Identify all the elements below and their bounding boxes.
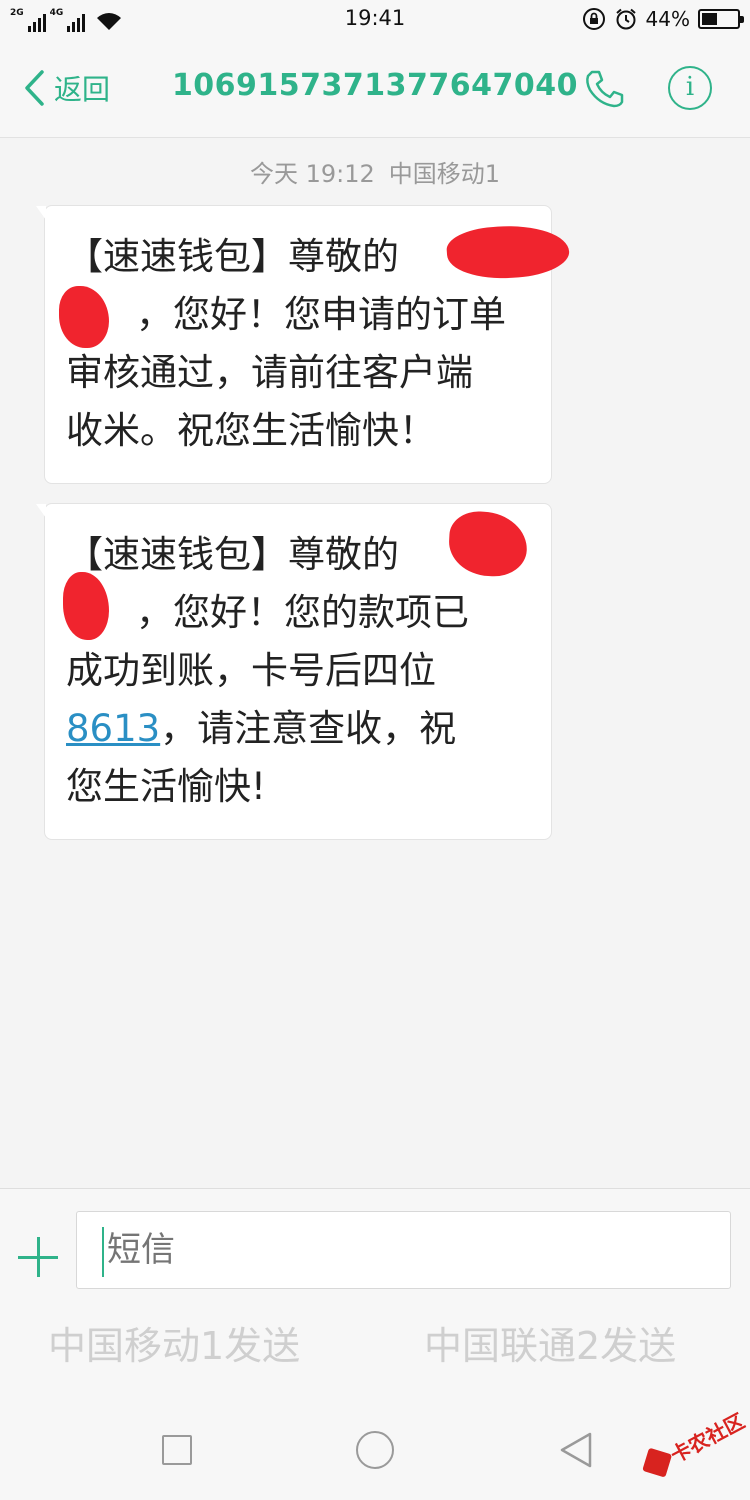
conversation-timestamp: 今天 19:12 中国移动1 — [0, 154, 750, 189]
recents-button[interactable] — [162, 1435, 192, 1465]
card-number-link[interactable]: 8613 — [66, 707, 160, 750]
alarm-icon — [615, 8, 636, 30]
message-line: ，您好！您申请的订单 — [136, 293, 506, 336]
orientation-lock-icon — [582, 8, 605, 30]
send-sim1-button[interactable]: 中国移动1发送 — [48, 1315, 300, 1370]
sms-input[interactable] — [76, 1211, 731, 1289]
info-icon[interactable]: i — [668, 66, 712, 110]
send-sim2-button[interactable]: 中国联通2发送 — [424, 1315, 676, 1370]
message-line: 收米。祝您生活愉快！ — [66, 409, 436, 452]
add-attachment-button[interactable] — [18, 1237, 58, 1277]
status-right: 44% — [582, 5, 744, 33]
message-line: 审核通过，请前往客户端 — [66, 351, 473, 394]
message-line: 8613，请注意查收，祝 — [66, 700, 531, 758]
back-nav-button[interactable] — [558, 1431, 594, 1469]
timestamp-day: 今天 19:12 — [249, 160, 375, 188]
contact-number: 1069157371377647040 — [171, 68, 579, 103]
text-caret — [102, 1227, 104, 1277]
message-line-text: ，请注意查收，祝 — [160, 707, 457, 750]
battery-percent: 44% — [645, 7, 690, 31]
conversation-header: 返回 1069157371377647040 i — [0, 38, 750, 138]
message-bubble[interactable]: 【速速钱包】尊敬的 ，您好！您申请的订单 审核通过，请前往客户端 收米。祝您生活… — [36, 205, 571, 484]
home-button[interactable] — [356, 1431, 394, 1469]
message-line: ，您好！您的款项已 — [136, 591, 469, 634]
composer: 中国移动1发送 中国联通2发送 — [0, 1188, 750, 1400]
watermark-text: 卡农社区 — [666, 1408, 749, 1468]
send-buttons: 中国移动1发送 中国联通2发送 — [0, 1315, 750, 1375]
phone-icon[interactable] — [584, 68, 626, 110]
timestamp-carrier: 中国移动1 — [388, 160, 501, 188]
message-line: 成功到账，卡号后四位 — [66, 649, 436, 692]
status-bar: 2G 4G 19:41 44% — [0, 0, 750, 38]
battery-icon — [698, 9, 744, 29]
message-bubble[interactable]: 【速速钱包】尊敬的 ，您好！您的款项已 成功到账，卡号后四位 8613，请注意查… — [36, 503, 552, 840]
message-line: 您生活愉快! — [66, 765, 266, 808]
battery-fill — [702, 13, 717, 25]
